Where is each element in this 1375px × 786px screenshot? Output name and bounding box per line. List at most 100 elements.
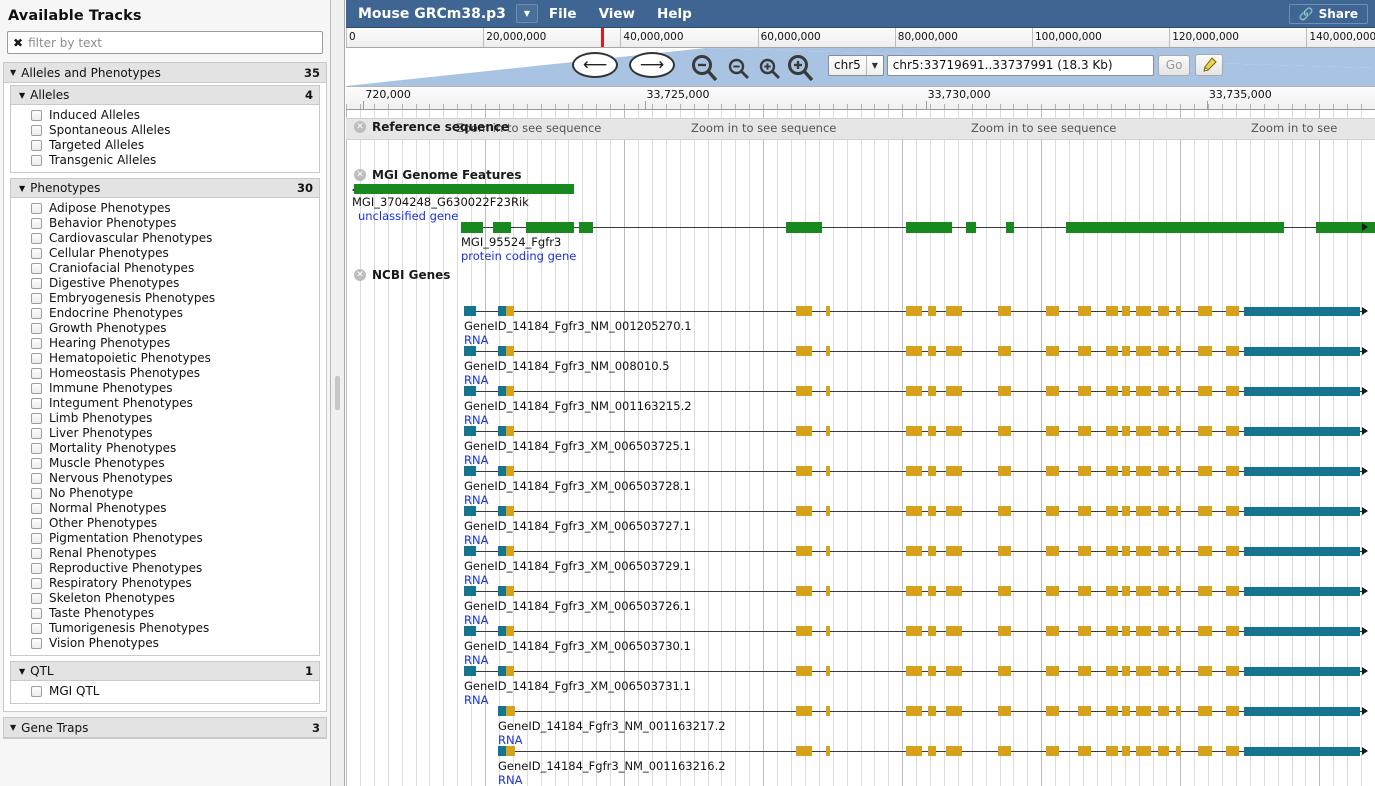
track-checkbox[interactable] — [31, 218, 42, 229]
transcript-label[interactable]: GeneID_14184_Fgfr3_NM_001163216.2 — [498, 759, 726, 773]
utr-block[interactable] — [1244, 387, 1360, 396]
exon-block[interactable] — [1122, 586, 1130, 596]
track-list-item[interactable]: Adipose Phenotypes — [11, 201, 319, 216]
close-icon[interactable]: ✕ — [354, 169, 366, 181]
exon-block[interactable] — [1106, 666, 1118, 676]
exon-block[interactable] — [506, 426, 514, 436]
track-list-item[interactable]: Reproductive Phenotypes — [11, 561, 319, 576]
exon-block[interactable] — [796, 426, 812, 436]
exon-block[interactable] — [946, 506, 962, 516]
exon-block[interactable] — [826, 386, 830, 396]
exon-block[interactable] — [1122, 306, 1130, 316]
exon-block[interactable] — [826, 546, 830, 556]
exon-block[interactable] — [1136, 386, 1151, 396]
transcript-label[interactable]: GeneID_14184_Fgfr3_NM_008010.5 — [464, 359, 670, 373]
track-list-item[interactable]: Transgenic Alleles — [11, 153, 319, 168]
exon-block[interactable] — [946, 426, 962, 436]
exon-block[interactable] — [946, 346, 962, 356]
transcript-type-label[interactable]: RNA — [464, 333, 488, 347]
track-checkbox[interactable] — [31, 140, 42, 151]
zoom-in-small-button[interactable] — [758, 57, 782, 81]
exon-block[interactable] — [946, 586, 962, 596]
gene-body-bar[interactable] — [354, 184, 574, 194]
exon-block[interactable] — [998, 586, 1011, 596]
utr-block[interactable] — [1244, 427, 1360, 436]
menu-view[interactable]: View — [588, 6, 646, 22]
transcript-type-label[interactable]: RNA — [464, 573, 488, 587]
exon-block[interactable] — [826, 706, 830, 716]
track-checkbox[interactable] — [31, 533, 42, 544]
category-header[interactable]: ▼ Alleles and Phenotypes 35 — [4, 63, 326, 83]
track-checkbox[interactable] — [31, 638, 42, 649]
exon-block[interactable] — [796, 666, 812, 676]
utr-block[interactable] — [464, 506, 476, 516]
track-list-item[interactable]: Pigmentation Phenotypes — [11, 531, 319, 546]
track-checkbox[interactable] — [31, 608, 42, 619]
track-list-item[interactable]: Normal Phenotypes — [11, 501, 319, 516]
transcript-label[interactable]: GeneID_14184_Fgfr3_XM_006503729.1 — [464, 559, 691, 573]
exon-block[interactable] — [1176, 306, 1181, 316]
exon-block[interactable] — [906, 466, 922, 476]
exon-block[interactable] — [1006, 222, 1014, 233]
go-button[interactable]: Go — [1157, 54, 1191, 76]
utr-block[interactable] — [464, 546, 476, 556]
exon-block[interactable] — [826, 506, 830, 516]
share-button[interactable]: 🔗 Share — [1288, 4, 1368, 24]
exon-block[interactable] — [1122, 666, 1130, 676]
track-list-item[interactable]: Integument Phenotypes — [11, 396, 319, 411]
exon-block[interactable] — [1176, 466, 1181, 476]
exon-block[interactable] — [906, 426, 922, 436]
exon-block[interactable] — [1198, 586, 1212, 596]
exon-block[interactable] — [998, 506, 1011, 516]
pan-left-button[interactable]: ⟵ — [572, 52, 618, 78]
exon-block[interactable] — [906, 306, 922, 316]
exon-block[interactable] — [1198, 746, 1212, 756]
exon-block[interactable] — [1136, 306, 1151, 316]
menu-help[interactable]: Help — [646, 6, 703, 22]
exon-block[interactable] — [1122, 346, 1130, 356]
exon-block[interactable] — [1046, 666, 1059, 676]
exon-block[interactable] — [1136, 506, 1151, 516]
track-checkbox[interactable] — [31, 353, 42, 364]
exon-block[interactable] — [796, 306, 812, 316]
exon-block[interactable] — [506, 386, 514, 396]
exon-block[interactable] — [1122, 386, 1130, 396]
track-checkbox[interactable] — [31, 488, 42, 499]
exon-block[interactable] — [1158, 546, 1169, 556]
subcategory-header[interactable]: ▼ QTL 1 — [11, 662, 319, 681]
exon-block[interactable] — [1276, 222, 1284, 233]
exon-block[interactable] — [1158, 666, 1169, 676]
track-title-ncbi-genes[interactable]: ✕ NCBI Genes — [354, 268, 450, 282]
exon-block[interactable] — [936, 222, 946, 233]
transcript-type-label[interactable]: RNA — [464, 493, 488, 507]
track-checkbox[interactable] — [31, 413, 42, 424]
track-list-item[interactable]: Targeted Alleles — [11, 138, 319, 153]
track-checkbox[interactable] — [31, 503, 42, 514]
exon-block[interactable] — [506, 466, 514, 476]
exon-block[interactable] — [1122, 506, 1130, 516]
exon-block[interactable] — [1122, 746, 1130, 756]
utr-block[interactable] — [1244, 547, 1360, 556]
track-list-item[interactable]: Digestive Phenotypes — [11, 276, 319, 291]
exon-block[interactable] — [928, 666, 936, 676]
transcript-label[interactable]: GeneID_14184_Fgfr3_XM_006503728.1 — [464, 479, 691, 493]
track-list-item[interactable]: Other Phenotypes — [11, 516, 319, 531]
location-input[interactable] — [886, 54, 1154, 76]
track-list-item[interactable]: Immune Phenotypes — [11, 381, 319, 396]
exon-block[interactable] — [1046, 346, 1059, 356]
exon-block[interactable] — [1158, 586, 1169, 596]
exon-block[interactable] — [826, 586, 830, 596]
transcript-type-label[interactable]: RNA — [464, 453, 488, 467]
track-title-reference-sequence[interactable]: ✕ Reference sequence — [354, 120, 509, 134]
exon-block[interactable] — [1106, 386, 1118, 396]
exon-block[interactable] — [928, 626, 936, 636]
exon-block[interactable] — [1136, 626, 1151, 636]
exon-block[interactable] — [506, 546, 514, 556]
subcategory-header[interactable]: ▼ Phenotypes 30 — [11, 179, 319, 198]
transcript-label[interactable]: GeneID_14184_Fgfr3_NM_001205270.1 — [464, 319, 692, 333]
exon-block[interactable] — [1078, 546, 1091, 556]
exon-block[interactable] — [906, 386, 922, 396]
exon-block[interactable] — [1226, 306, 1239, 316]
exon-block[interactable] — [826, 466, 830, 476]
utr-block[interactable] — [464, 626, 476, 636]
